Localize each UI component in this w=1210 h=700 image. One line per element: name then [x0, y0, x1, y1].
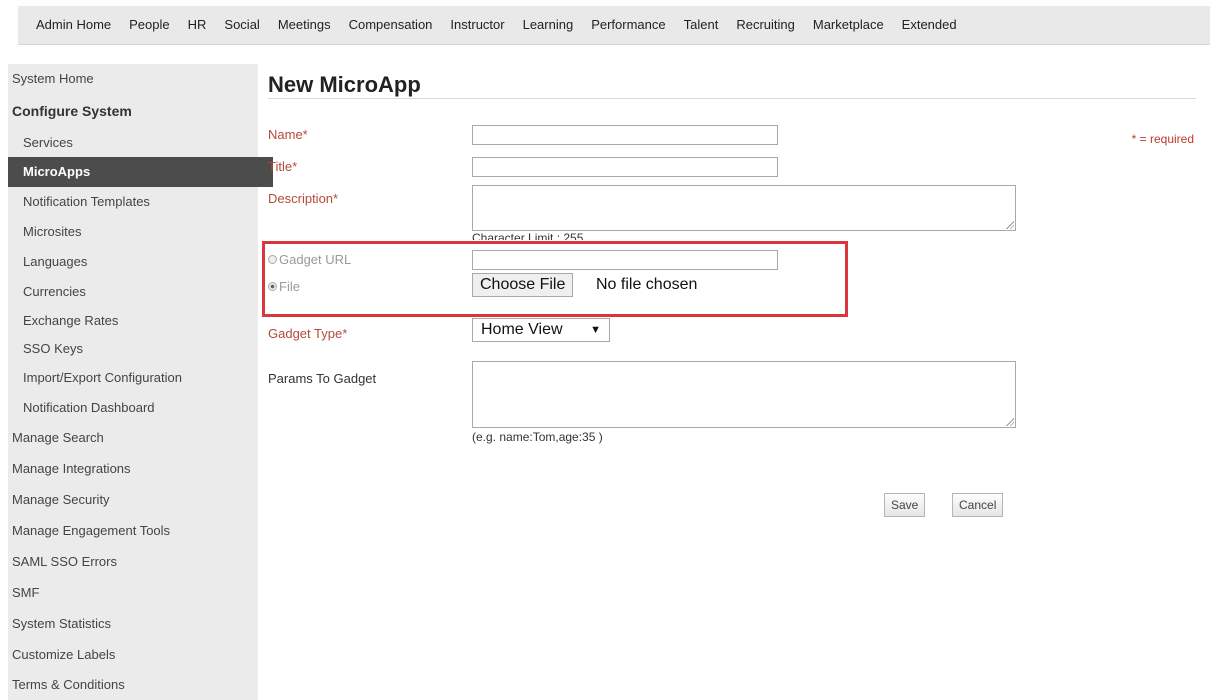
resize-grip-icon[interactable] — [1006, 418, 1014, 426]
nav-compensation[interactable]: Compensation — [349, 6, 433, 44]
sidebar-item-notification-dashboard[interactable]: Notification Dashboard — [8, 393, 273, 423]
sidebar-item-microapps[interactable]: MicroApps — [8, 157, 273, 187]
nav-social[interactable]: Social — [224, 6, 259, 44]
sidebar-item-microsites[interactable]: Microsites — [8, 217, 273, 247]
gadget-type-select[interactable]: Home View ▼ — [472, 318, 610, 342]
nav-instructor[interactable]: Instructor — [450, 6, 504, 44]
title-label: Title* — [268, 159, 298, 174]
sidebar-item-system-home[interactable]: System Home — [8, 64, 262, 94]
file-radio[interactable] — [268, 282, 277, 291]
page-title: New MicroApp — [268, 72, 421, 97]
nav-recruiting[interactable]: Recruiting — [736, 6, 795, 44]
nav-marketplace[interactable]: Marketplace — [813, 6, 884, 44]
sidebar-item-customize-labels[interactable]: Customize Labels — [8, 640, 262, 670]
sidebar-item-manage-integrations[interactable]: Manage Integrations — [8, 454, 262, 484]
sidebar-item-currencies[interactable]: Currencies — [8, 277, 273, 307]
cancel-button[interactable]: Cancel — [952, 493, 1004, 517]
gadget-type-label: Gadget Type* — [268, 326, 348, 341]
sidebar-item-smf[interactable]: SMF — [8, 578, 262, 608]
title-input[interactable] — [472, 157, 778, 177]
resize-grip-icon[interactable] — [1006, 221, 1014, 229]
name-label: Name* — [268, 127, 308, 142]
sidebar-item-import-export[interactable]: Import/Export Configuration — [8, 363, 273, 393]
params-hint: (e.g. name:Tom,age:35 ) — [472, 430, 603, 444]
choose-file-button[interactable]: Choose File — [472, 273, 574, 297]
sidebar: System Home Configure System Services Mi… — [8, 64, 273, 700]
gadget-url-input[interactable] — [472, 250, 778, 270]
gadget-url-label: Gadget URL — [279, 252, 352, 267]
sidebar-item-exchange-rates[interactable]: Exchange Rates — [8, 306, 273, 336]
params-textarea[interactable] — [472, 361, 1016, 428]
title-divider — [268, 98, 1196, 99]
no-file-chosen-text: No file chosen — [596, 276, 698, 293]
sidebar-item-manage-engagement-tools[interactable]: Manage Engagement Tools — [8, 516, 262, 546]
sidebar-item-configure-system[interactable]: Configure System — [8, 96, 262, 126]
file-label: File — [279, 279, 300, 294]
gadget-url-radio-row[interactable]: Gadget URL — [268, 252, 351, 267]
dropdown-arrow-icon: ▼ — [590, 324, 601, 336]
sidebar-item-system-statistics[interactable]: System Statistics — [8, 609, 262, 639]
nav-admin-home[interactable]: Admin Home — [36, 6, 111, 44]
sidebar-item-terms-conditions[interactable]: Terms & Conditions — [8, 670, 262, 700]
sidebar-item-manage-search[interactable]: Manage Search — [8, 423, 262, 453]
sidebar-item-manage-security[interactable]: Manage Security — [8, 485, 262, 515]
gadget-url-radio[interactable] — [268, 255, 277, 264]
nav-meetings[interactable]: Meetings — [278, 6, 331, 44]
nav-performance[interactable]: Performance — [591, 6, 665, 44]
description-textarea[interactable] — [472, 185, 1016, 231]
sidebar-item-services[interactable]: Services — [8, 128, 273, 158]
nav-people[interactable]: People — [129, 6, 169, 44]
nav-extended[interactable]: Extended — [902, 6, 957, 44]
sidebar-item-notification-templates[interactable]: Notification Templates — [8, 187, 273, 217]
nav-learning[interactable]: Learning — [523, 6, 574, 44]
sidebar-item-saml-sso-errors[interactable]: SAML SSO Errors — [8, 547, 262, 577]
sidebar-item-languages[interactable]: Languages — [8, 247, 273, 277]
character-limit-text: Character Limit : 255 — [472, 231, 584, 240]
sidebar-item-sso-keys[interactable]: SSO Keys — [8, 334, 273, 364]
gadget-type-value: Home View — [481, 321, 563, 338]
required-note: * = required — [1131, 132, 1194, 146]
top-nav: Admin Home People HR Social Meetings Compensa… — [18, 6, 1210, 45]
params-label: Params To Gadget — [268, 371, 377, 386]
description-label: Description* — [268, 191, 339, 206]
name-input[interactable] — [472, 125, 778, 145]
nav-talent[interactable]: Talent — [684, 6, 719, 44]
nav-hr[interactable]: HR — [188, 6, 207, 44]
save-button[interactable]: Save — [884, 493, 926, 517]
file-radio-row[interactable]: File — [268, 279, 300, 294]
